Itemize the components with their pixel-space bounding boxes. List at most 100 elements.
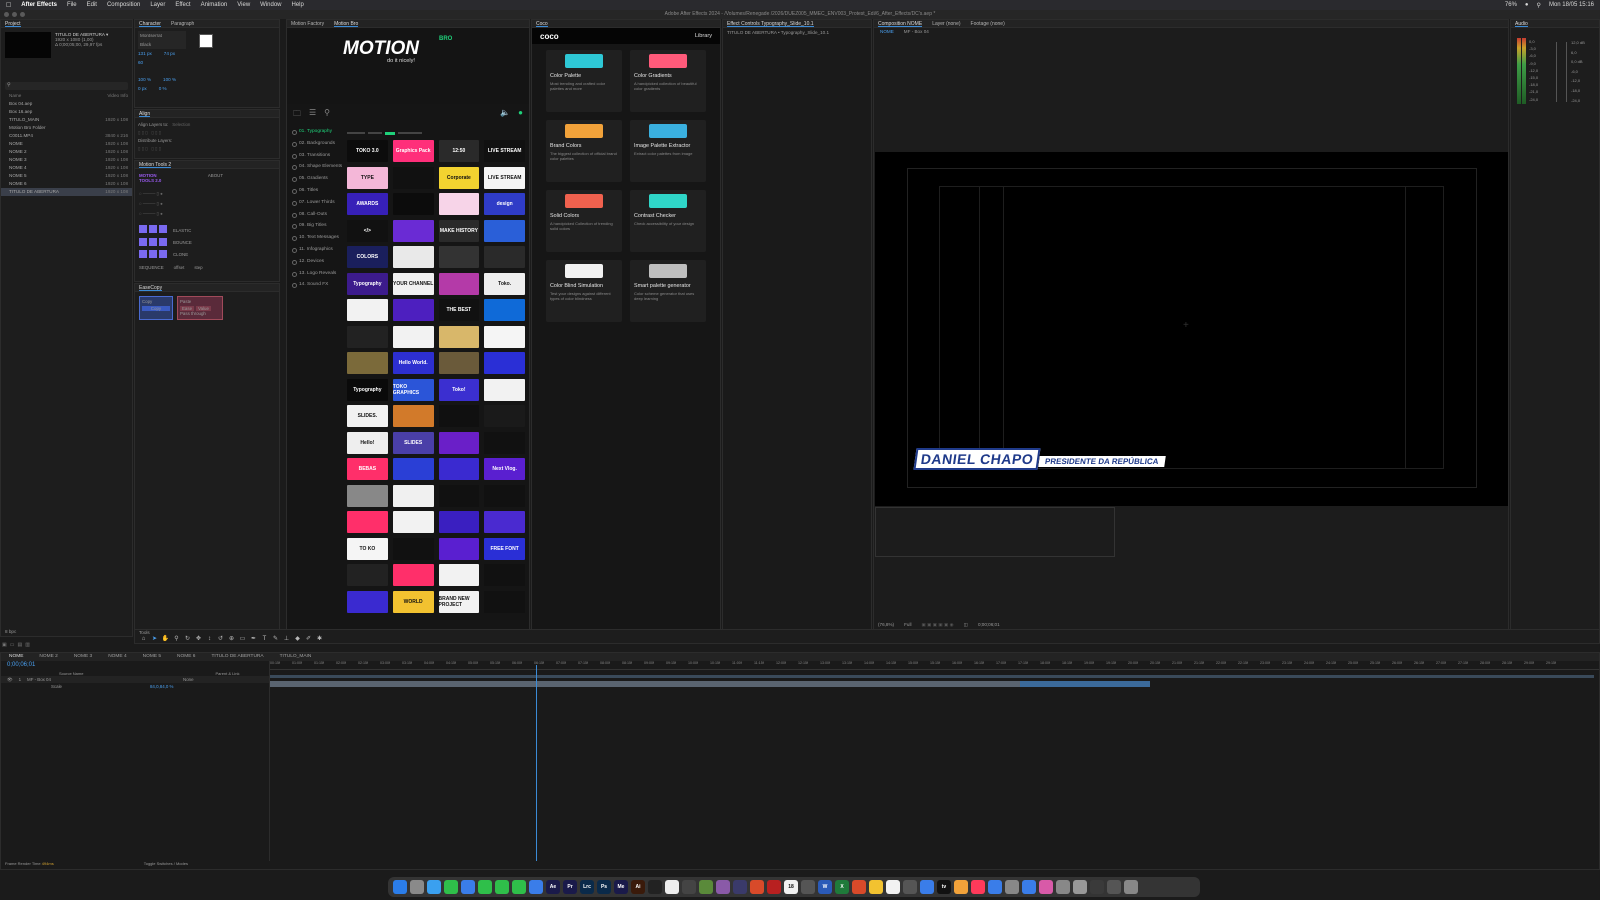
eraser-tool-icon[interactable]: ◆ [293,636,302,643]
dock-app-icon[interactable] [529,880,543,894]
layer-parent-select[interactable]: None [183,676,194,683]
dock-app-icon[interactable] [699,880,713,894]
align-to-select[interactable]: Selection [172,121,190,129]
template-thumbnail[interactable]: 12:50 [438,140,480,162]
folder-icon[interactable]: 🗀 [293,108,301,122]
category-item[interactable]: 05. Gradients [287,173,347,185]
template-thumbnail[interactable] [347,590,388,613]
dock-app-icon[interactable] [852,880,866,894]
dock-app-icon[interactable] [444,880,458,894]
template-thumbnail[interactable]: TOKO 3.0 [347,140,388,162]
tab-project[interactable]: Project [5,20,21,27]
battery-level[interactable]: 76% [1505,2,1517,8]
timeline-tab[interactable]: NOME [9,653,23,661]
template-thumbnail[interactable] [438,405,480,427]
template-thumbnail[interactable] [392,458,434,480]
template-thumbnail[interactable]: COLORS [347,246,388,268]
template-thumbnail[interactable]: WORLD [392,590,434,613]
menu-animation[interactable]: Animation [201,2,228,8]
dock-app-icon[interactable] [716,880,730,894]
clone-stamp-tool-icon[interactable]: ⊥ [282,636,291,643]
dock-app-icon[interactable]: Ps [597,880,611,894]
template-thumbnail[interactable] [438,246,480,268]
tab-motion-bro[interactable]: Motion Bro [334,20,359,27]
menu-edit[interactable]: Edit [87,2,97,8]
template-thumbnail[interactable]: FREE FONT [484,537,525,560]
template-thumbnail[interactable] [392,511,434,533]
dock-app-icon[interactable]: Lrc [580,880,594,894]
snapshot-icon[interactable]: ◫ [964,622,968,628]
template-thumbnail[interactable]: TO KO [347,537,388,560]
tab-footage[interactable]: Footage (none) [971,20,1005,27]
dock-app-icon[interactable] [495,880,509,894]
template-thumbnail[interactable] [484,511,525,533]
hand-tool-icon[interactable]: ✋ [161,636,170,643]
project-item[interactable]: Box 04.aep [1,100,132,108]
dock-app-icon[interactable]: W [818,880,832,894]
layer-duration-bar[interactable] [270,681,1150,687]
viewer-toggle-icons[interactable]: ▣ ▣ ▣ ▣ ▣ ◉ [922,622,954,628]
column-name[interactable]: Name [9,92,21,100]
category-item[interactable]: 01. Typography [287,126,347,138]
project-bpc[interactable]: 8 bpc [5,629,16,634]
dock-app-icon[interactable]: X [835,880,849,894]
template-thumbnail[interactable] [438,431,480,454]
minimize-button[interactable] [12,12,17,17]
template-thumbnail[interactable] [392,219,434,242]
category-item[interactable]: 02. Backgrounds [287,138,347,150]
fill-color-swatch[interactable] [199,34,213,48]
template-thumbnail[interactable]: Typography [347,272,388,295]
orbit-tool-icon[interactable]: ↻ [183,636,192,643]
pan-behind-tool-icon[interactable]: ⊕ [227,636,236,643]
coco-tool-card[interactable]: Color Palette Most trending and crafted c… [546,50,622,112]
timeline-layer-row[interactable]: 👁 1 MF - Box 04 None [1,676,269,683]
template-thumbnail[interactable]: Toko! [438,378,480,401]
template-thumbnail[interactable]: LIVE STREAM [484,140,525,162]
home-icon[interactable]: ⌂ [139,636,148,643]
dock-app-icon[interactable] [1056,880,1070,894]
wifi-icon[interactable]: ● [1525,2,1529,8]
coco-tool-card[interactable]: Contrast Checker Check accessibility of y… [630,190,706,252]
copy-button[interactable]: Copy [142,306,170,311]
resolution-select[interactable]: Full [904,622,911,628]
trash-icon[interactable]: ▥ [25,642,30,648]
project-item[interactable]: C0011.MP4 3840 x 216 [1,132,132,140]
viewer-timecode[interactable]: 0;00;06;01 [978,622,1000,628]
template-thumbnail[interactable]: Graphics Pack [392,140,434,162]
bounce-button[interactable]: BOUNCE [173,237,192,249]
template-thumbnail[interactable] [392,405,434,427]
category-item[interactable]: 13. Logo Reveals [287,268,347,280]
template-thumbnail[interactable] [392,564,434,586]
template-thumbnail[interactable]: YOUR CHANNEL [392,272,434,295]
new-folder-icon[interactable]: ▭ [10,642,15,648]
column-video-info[interactable]: Video Info [107,92,128,100]
tsume-value[interactable]: 0 % [159,84,167,93]
template-thumbnail[interactable]: TYPE [347,166,388,189]
template-thumbnail[interactable]: Toko. [484,272,525,295]
duration-filter[interactable] [347,130,525,136]
clone-button[interactable]: CLONE [173,249,192,261]
coco-library-link[interactable]: Library [695,33,712,39]
brush-tool-icon[interactable]: ✎ [271,636,280,643]
template-thumbnail[interactable] [392,325,434,348]
template-thumbnail[interactable]: Hello World. [392,352,434,374]
menu-layer[interactable]: Layer [150,2,165,8]
tab-layer[interactable]: Layer (none) [932,20,960,27]
template-thumbnail[interactable]: MAKE HISTORY [438,219,480,242]
menu-file[interactable]: File [67,2,77,8]
project-item[interactable]: TITULO DE ABERTURA 1920 x 108 [1,188,132,196]
tab-effect-controls[interactable]: Effect Controls Typography_Slide_10.1 [727,20,814,27]
dock-app-icon[interactable] [1005,880,1019,894]
timeline-tab[interactable]: NOME 4 [108,653,126,661]
rotate-tool-icon[interactable]: ↺ [216,636,225,643]
dock-app-icon[interactable] [410,880,424,894]
new-composition-icon[interactable]: ▤ [17,642,22,648]
puppet-tool-icon[interactable]: ✱ [315,636,324,643]
menubar-clock[interactable]: Mon 18/05 15:16 [1549,2,1594,8]
template-thumbnail[interactable] [392,166,434,189]
dock-app-icon[interactable] [886,880,900,894]
baseline-shift-value[interactable]: 0 px [138,84,147,93]
audio-slider-left[interactable] [1556,42,1557,102]
template-thumbnail[interactable] [438,193,480,215]
template-thumbnail[interactable] [438,484,480,507]
